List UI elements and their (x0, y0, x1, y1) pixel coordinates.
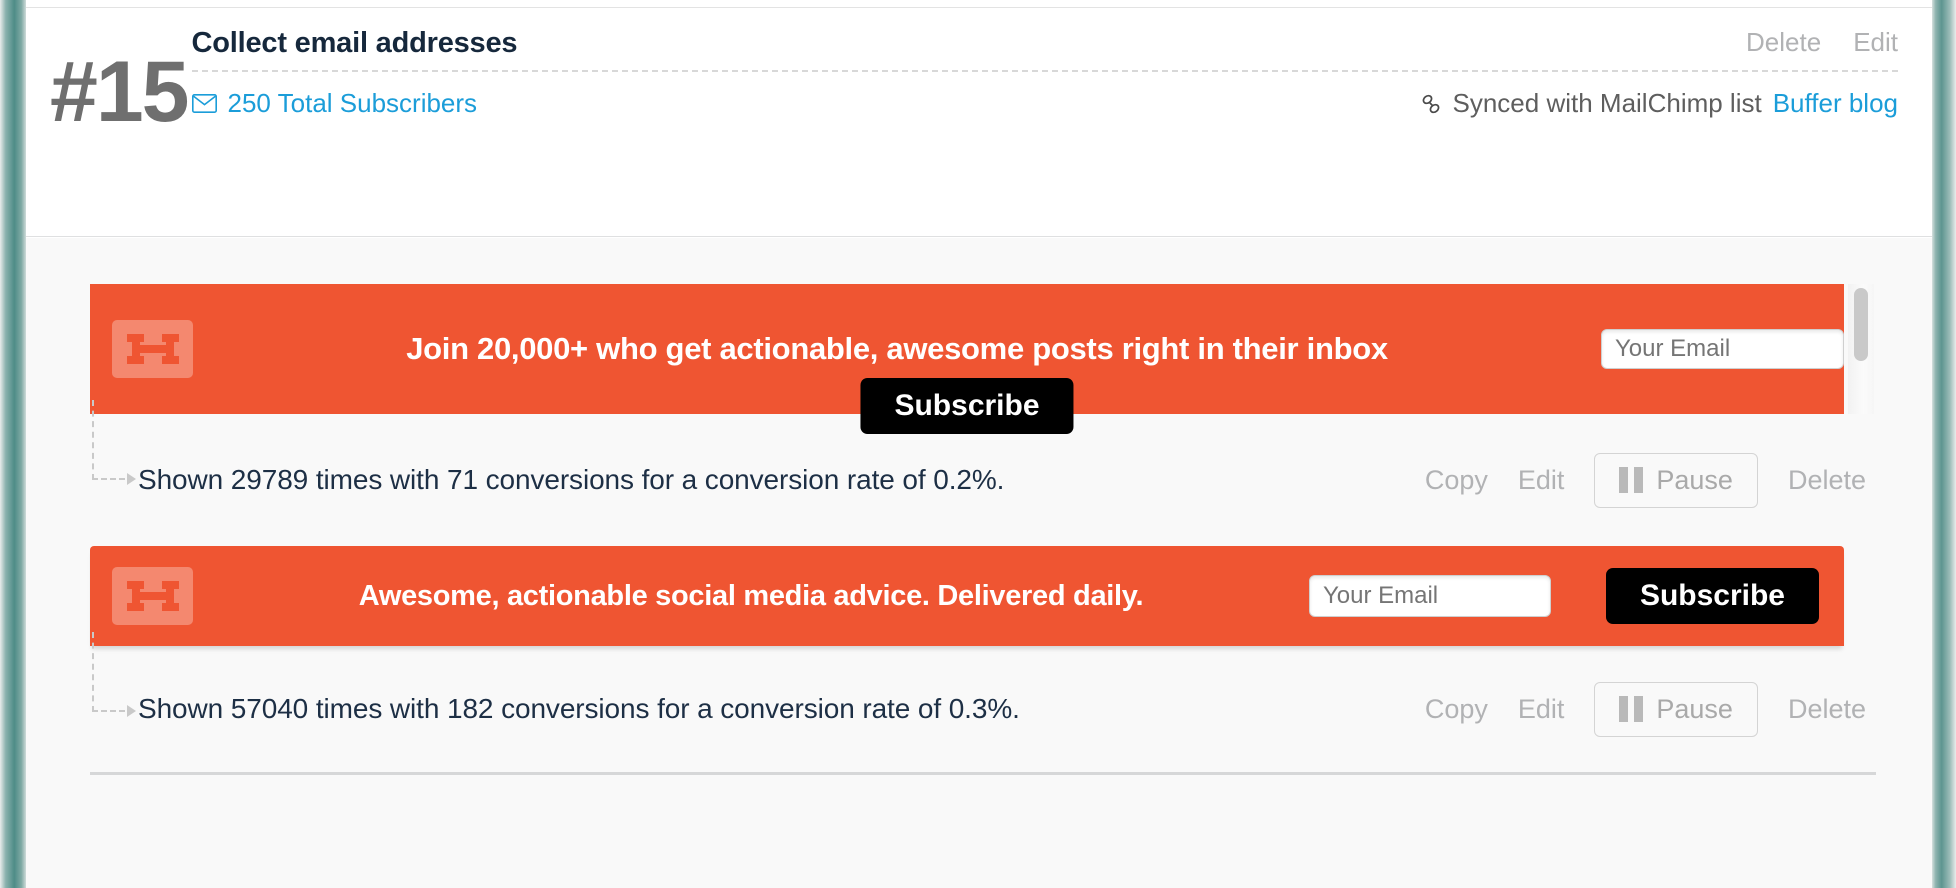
bar-actions: Copy Edit Pause Delete (1425, 681, 1876, 737)
bar-actions: Copy Edit Pause Delete (1425, 452, 1876, 508)
bar-layout-icon (112, 320, 193, 378)
campaign-edit-link[interactable]: Edit (1853, 27, 1898, 58)
pause-icon (1619, 696, 1644, 722)
campaign-header-actions: Delete Edit (1746, 27, 1898, 60)
bar-preview[interactable]: Join 20,000+ who get actionable, awesome… (90, 284, 1874, 434)
bar-stats-row: Shown 57040 times with 182 conversions f… (66, 632, 1876, 772)
pause-button[interactable]: Pause (1594, 681, 1758, 737)
subscribe-button[interactable]: Subscribe (860, 378, 1074, 434)
bar-preview-scrollbar[interactable] (1848, 284, 1874, 414)
bar-item: Awesome, actionable social media advice.… (66, 546, 1876, 772)
connector-arrow-icon (92, 632, 136, 717)
total-subscribers-label: 250 Total Subscribers (227, 88, 478, 118)
subscribe-button[interactable]: Subscribe (1605, 568, 1819, 624)
campaign-header-bottom-row: 250 Total Subscribers Synced with MailCh… (191, 72, 1898, 119)
bar-headline: Awesome, actionable social media advice.… (358, 579, 1144, 612)
campaign-header-body: Collect email addresses Delete Edit 250 … (191, 27, 1898, 119)
pause-button-label: Pause (1656, 464, 1733, 495)
bar-stats-text: Shown 57040 times with 182 conversions f… (138, 693, 1020, 724)
copy-button[interactable]: Copy (1425, 694, 1488, 725)
app-root: #15 Collect email addresses Delete Edit (0, 0, 1956, 888)
total-subscribers[interactable]: 250 Total Subscribers (191, 88, 478, 119)
bar-headline: Join 20,000+ who get actionable, awesome… (406, 331, 1388, 366)
pause-button-label: Pause (1656, 693, 1733, 724)
bar-list-area: Join 20,000+ who get actionable, awesome… (26, 238, 1932, 888)
left-browser-chrome (0, 0, 26, 888)
edit-button[interactable]: Edit (1518, 694, 1565, 725)
window-top-strip (0, 0, 1956, 8)
bar-stats-text: Shown 29789 times with 71 conversions fo… (138, 464, 1005, 495)
sync-status: Synced with MailChimp list Buffer blog (1420, 88, 1898, 119)
pause-button[interactable]: Pause (1594, 452, 1758, 508)
bar-preview[interactable]: Awesome, actionable social media advice.… (90, 546, 1844, 646)
envelope-icon (191, 94, 217, 113)
campaign-delete-link[interactable]: Delete (1746, 27, 1821, 58)
campaign-rank: #15 (50, 44, 189, 140)
email-input[interactable] (1308, 575, 1551, 617)
campaign-header-card: #15 Collect email addresses Delete Edit (26, 9, 1932, 237)
sync-status-text: Synced with MailChimp list (1452, 88, 1762, 118)
bar-item: Join 20,000+ who get actionable, awesome… (66, 284, 1876, 546)
pause-icon (1619, 467, 1644, 493)
mailchimp-list-link[interactable]: Buffer blog (1773, 88, 1898, 119)
delete-button[interactable]: Delete (1788, 694, 1866, 725)
connector-arrow-icon (92, 400, 136, 485)
page-title: Collect email addresses (191, 27, 518, 59)
delete-button[interactable]: Delete (1788, 465, 1866, 496)
link-icon (1420, 93, 1442, 115)
list-divider (90, 772, 1876, 775)
scrollbar-thumb[interactable] (1854, 288, 1868, 361)
copy-button[interactable]: Copy (1425, 465, 1488, 496)
right-browser-chrome (1932, 0, 1956, 888)
campaign-header-top-row: Collect email addresses Delete Edit (191, 27, 1898, 72)
bar-layout-icon (112, 567, 193, 625)
bar-list: Join 20,000+ who get actionable, awesome… (26, 238, 1932, 775)
edit-button[interactable]: Edit (1518, 465, 1565, 496)
email-input[interactable] (1601, 329, 1844, 369)
